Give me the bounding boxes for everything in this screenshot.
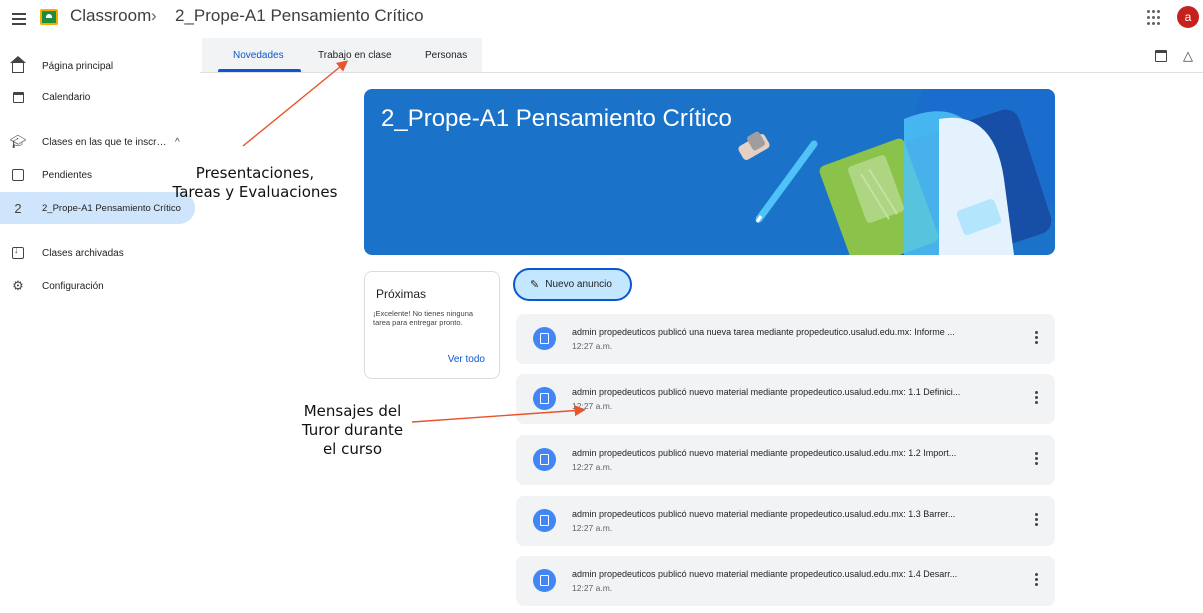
messages-annotation: Mensajes del Turor durante el curso <box>285 402 420 459</box>
tab-personas[interactable]: Personas <box>425 50 467 61</box>
class-banner: 2_Prope-A1 Pensamiento Crítico <box>364 89 1055 255</box>
material-icon <box>533 569 556 592</box>
sidebar-item-label: Pendientes <box>42 169 93 181</box>
post-time: 12:27 a.m. <box>572 462 613 472</box>
sidebar-item-label: Clases en las que te inscr… <box>42 136 167 148</box>
collapse-chevron-icon[interactable]: ^ <box>175 137 180 148</box>
stream-post[interactable]: admin propedeuticos publicó nuevo materi… <box>516 496 1055 546</box>
stream-post[interactable]: admin propedeuticos publicó nuevo materi… <box>516 435 1055 485</box>
new-announcement-button[interactable]: ✎ Nuevo anuncio <box>513 268 632 301</box>
arrow-to-work-tab <box>242 60 349 147</box>
post-time: 12:27 a.m. <box>572 401 613 411</box>
gear-icon: ⚙ <box>12 278 24 293</box>
todo-icon <box>10 167 26 183</box>
more-options-icon[interactable] <box>1030 331 1042 347</box>
post-text: admin propedeuticos publicó nuevo materi… <box>572 569 958 579</box>
tab-novedades[interactable]: Novedades <box>233 50 284 61</box>
sidebar-item-label: 2_Prope-A1 Pensamiento Crítico <box>42 202 181 214</box>
class-tabs: Novedades Trabajo en clase Personas <box>200 38 1203 73</box>
sidebar-item-archived[interactable]: Clases archivadas <box>0 237 195 269</box>
sidebar-item-calendar[interactable]: Calendario <box>0 81 195 113</box>
upcoming-title: Próximas <box>376 287 427 301</box>
more-options-icon[interactable] <box>1030 513 1042 529</box>
work-annotation-line1: Presentaciones, <box>195 164 315 182</box>
breadcrumb-separator: › <box>151 6 157 25</box>
post-text: admin propedeuticos publicó nuevo materi… <box>572 448 957 458</box>
sidebar-item-label: Página principal <box>42 60 114 72</box>
drive-icon[interactable]: △ <box>1183 48 1193 64</box>
stream-post[interactable]: admin propedeuticos publicó una nueva ta… <box>516 314 1055 364</box>
sidebar-item-label: Calendario <box>42 91 91 103</box>
work-annotation: Presentaciones, Tareas y Evaluaciones <box>160 164 350 202</box>
pencil-icon: ✎ <box>530 279 540 291</box>
main-menu-icon[interactable] <box>10 9 30 29</box>
account-avatar[interactable]: a <box>1177 6 1199 28</box>
stream-post[interactable]: admin propedeuticos publicó nuevo materi… <box>516 556 1055 606</box>
classroom-logo-icon[interactable] <box>40 9 58 25</box>
post-text: admin propedeuticos publicó nuevo materi… <box>572 387 961 397</box>
home-icon <box>10 56 26 74</box>
archive-icon <box>10 245 26 261</box>
material-icon <box>533 387 556 410</box>
breadcrumb-class[interactable]: 2_Prope-A1 Pensamiento Crítico <box>175 6 424 26</box>
new-announcement-label: Nuevo anuncio <box>545 279 612 290</box>
google-apps-icon[interactable] <box>1147 10 1163 26</box>
messages-annotation-line2: Turor durante <box>301 421 404 439</box>
graduation-cap-icon: 🎓︎ <box>9 134 27 149</box>
more-options-icon[interactable] <box>1030 452 1042 468</box>
post-time: 12:27 a.m. <box>572 341 613 351</box>
messages-annotation-line3: el curso <box>322 440 383 458</box>
post-time: 12:27 a.m. <box>572 583 613 593</box>
messages-annotation-line1: Mensajes del <box>303 402 402 420</box>
tab-trabajo-en-clase[interactable]: Trabajo en clase <box>318 50 392 61</box>
upcoming-card: Próximas ¡Excelente! No tienes ninguna t… <box>364 271 500 379</box>
class-number-icon: 2 <box>14 200 22 216</box>
view-all-link[interactable]: Ver todo <box>448 354 485 365</box>
sidebar-item-label: Configuración <box>42 280 104 292</box>
breadcrumb-app[interactable]: Classroom <box>70 6 151 26</box>
sidebar-item-home[interactable]: Página principal <box>0 50 195 82</box>
material-icon <box>533 509 556 532</box>
post-text: admin propedeuticos publicó nuevo materi… <box>572 509 956 519</box>
calendar-icon[interactable] <box>1155 50 1167 62</box>
sidebar-item-settings[interactable]: ⚙ Configuración <box>0 270 195 302</box>
material-icon <box>533 448 556 471</box>
sidebar-item-enrolled[interactable]: 🎓︎ Clases en las que te inscr… ^ <box>0 126 195 158</box>
sidebar: Página principal Calendario 🎓︎ Clases en… <box>0 38 200 613</box>
upcoming-text: ¡Excelente! No tienes ninguna tarea para… <box>373 309 474 327</box>
class-title: 2_Prope-A1 Pensamiento Crítico <box>381 105 732 132</box>
post-text: admin propedeuticos publicó una nueva ta… <box>572 327 955 337</box>
sidebar-item-label: Clases archivadas <box>42 247 124 259</box>
post-time: 12:27 a.m. <box>572 523 613 533</box>
active-tab-indicator <box>218 69 301 72</box>
top-app-bar: Classroom › 2_Prope-A1 Pensamiento Críti… <box>0 0 1203 38</box>
assignment-icon <box>533 327 556 350</box>
more-options-icon[interactable] <box>1030 573 1042 589</box>
work-annotation-line2: Tareas y Evaluaciones <box>172 183 338 201</box>
stream-post[interactable]: admin propedeuticos publicó nuevo materi… <box>516 374 1055 424</box>
calendar-icon <box>10 89 26 105</box>
more-options-icon[interactable] <box>1030 391 1042 407</box>
